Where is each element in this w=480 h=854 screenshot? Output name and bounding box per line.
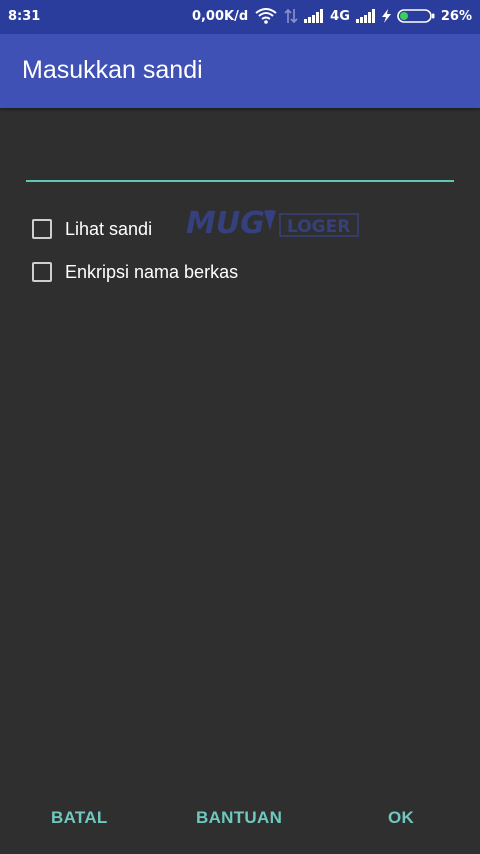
data-arrows-icon bbox=[284, 8, 298, 24]
app-bar: Masukkan sandi bbox=[0, 34, 480, 108]
encrypt-filenames-option[interactable]: Enkripsi nama berkas bbox=[32, 260, 238, 284]
svg-text:MUG: MUG bbox=[186, 206, 265, 239]
svg-text:LOGER: LOGER bbox=[287, 217, 350, 237]
battery-icon bbox=[397, 9, 435, 23]
cancel-button[interactable]: BATAL bbox=[51, 808, 108, 828]
show-password-checkbox[interactable] bbox=[32, 219, 52, 239]
help-button[interactable]: BANTUAN bbox=[196, 808, 282, 828]
network-speed: 0,00K/d bbox=[191, 8, 249, 24]
charging-icon bbox=[381, 9, 391, 23]
signal-icon bbox=[304, 9, 324, 23]
watermark-logo: MUG LOGER bbox=[186, 205, 360, 241]
show-password-option[interactable]: Lihat sandi bbox=[32, 217, 152, 241]
status-indicators: 0,00K/d 4G 26% bbox=[192, 8, 472, 24]
status-bar: 8:31 0,00K/d 4G 26% bbox=[0, 0, 480, 34]
show-password-label: Lihat sandi bbox=[65, 218, 153, 239]
network-type: 4G bbox=[330, 8, 350, 24]
status-time: 8:31 bbox=[8, 9, 41, 24]
password-input[interactable] bbox=[26, 140, 454, 182]
signal-icon bbox=[355, 9, 376, 23]
dialog-title: Masukkan sandi bbox=[22, 56, 203, 84]
encrypt-filenames-checkbox[interactable] bbox=[32, 262, 52, 282]
encrypt-filenames-label: Enkripsi nama berkas bbox=[65, 261, 239, 282]
wifi-icon bbox=[254, 8, 278, 24]
battery-percent: 26% bbox=[440, 8, 472, 24]
ok-button[interactable]: OK bbox=[388, 808, 414, 828]
